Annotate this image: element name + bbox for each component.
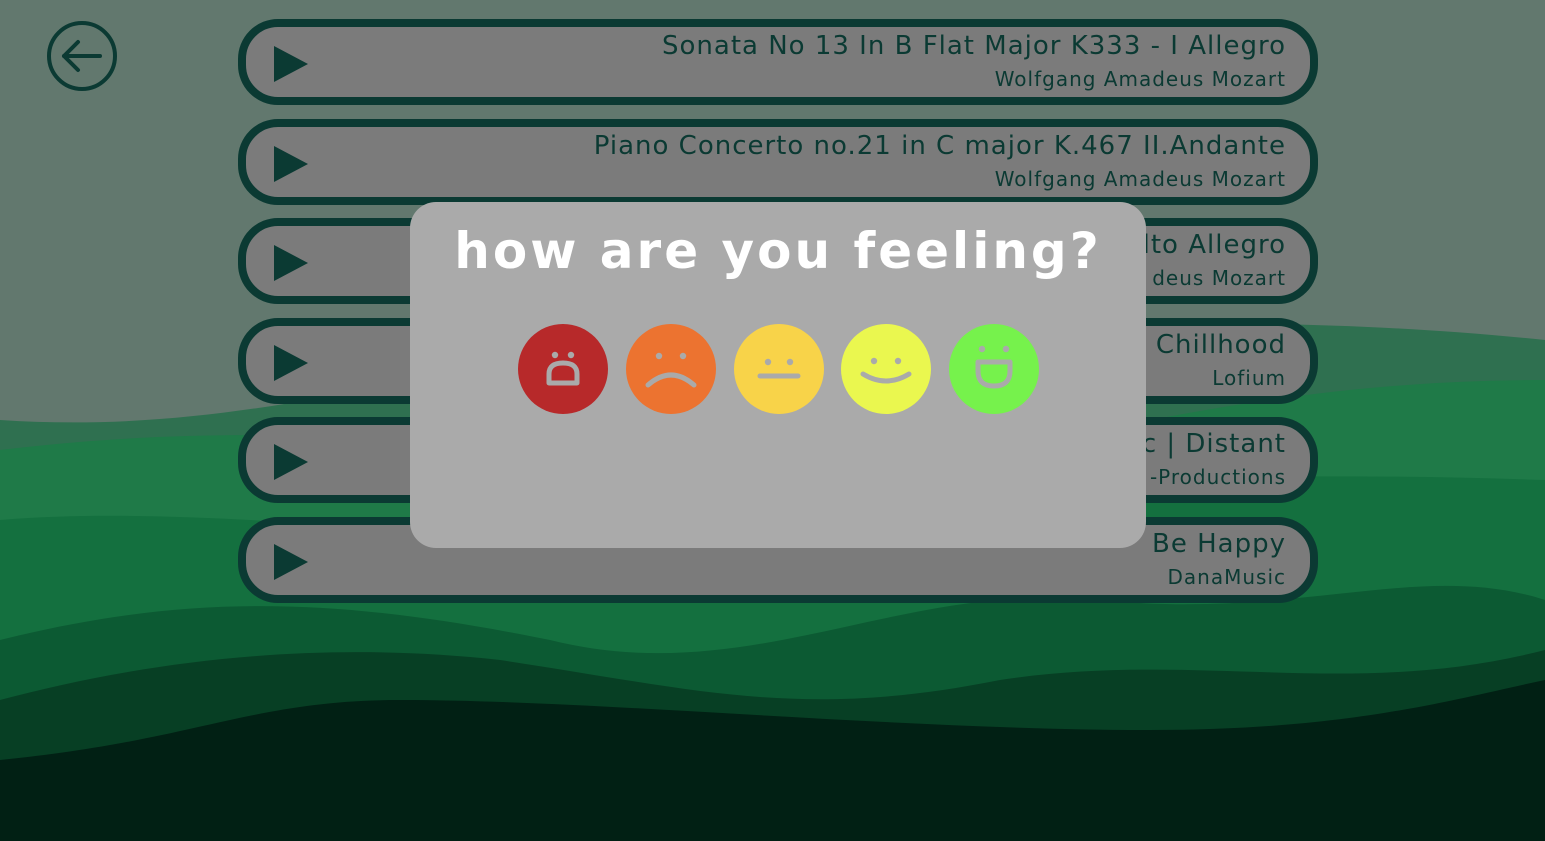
track-artist: Lofium (1212, 366, 1286, 390)
play-icon[interactable] (270, 144, 310, 184)
track-artist: Wolfgang Amadeus Mozart (994, 167, 1286, 191)
play-icon[interactable] (270, 243, 310, 283)
very-happy-face-icon[interactable] (949, 324, 1039, 414)
very-sad-face-icon[interactable] (518, 324, 608, 414)
track-title: lto Allegro (1142, 230, 1286, 260)
track-title: Be Happy (1152, 529, 1286, 559)
track-title: Piano Concerto no.21 in C major K.467 II… (593, 131, 1286, 161)
track-artist: -Productions (1149, 465, 1286, 489)
back-arrow-icon (47, 21, 117, 91)
play-icon[interactable] (270, 343, 310, 383)
back-button[interactable] (46, 20, 118, 92)
track-title: x Chillhood (1130, 330, 1286, 360)
track-artist: Wolfgang Amadeus Mozart (994, 67, 1286, 91)
modal-title: how are you feeling? (454, 222, 1102, 280)
track-item[interactable]: Piano Concerto no.21 in C major K.467 II… (238, 119, 1318, 205)
neutral-face-icon[interactable] (734, 324, 824, 414)
track-item[interactable]: Sonata No 13 In B Flat Major K333 - I Al… (238, 19, 1318, 105)
track-title: c | Distant (1141, 429, 1286, 459)
track-artist: deus Mozart (1152, 266, 1286, 290)
happy-face-icon[interactable] (841, 324, 931, 414)
track-title: Sonata No 13 In B Flat Major K333 - I Al… (662, 31, 1286, 61)
play-icon[interactable] (270, 44, 310, 84)
sad-face-icon[interactable] (626, 324, 716, 414)
mood-modal: how are you feeling? (410, 202, 1146, 548)
play-icon[interactable] (270, 542, 310, 582)
play-icon[interactable] (270, 442, 310, 482)
track-artist: DanaMusic (1167, 565, 1286, 589)
